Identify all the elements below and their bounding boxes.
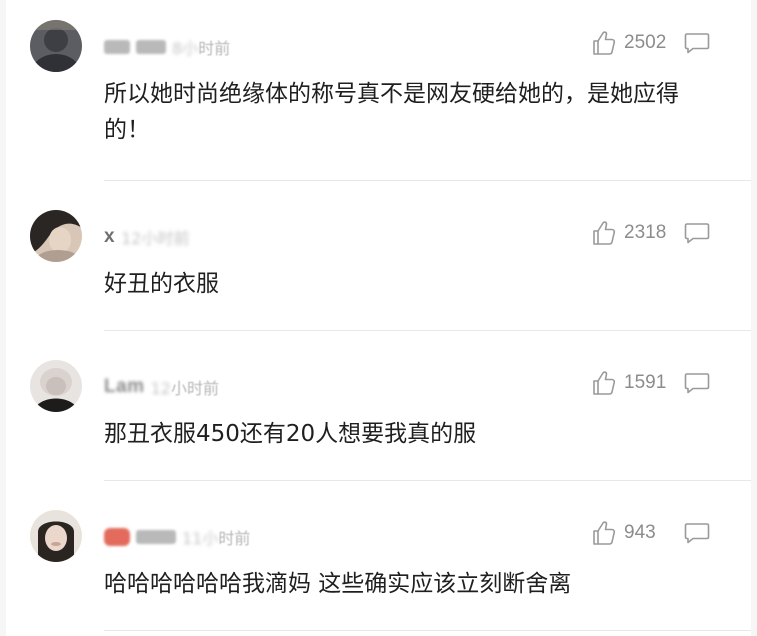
avatar[interactable] xyxy=(30,20,82,72)
comment-text: 所以她时尚绝缘体的称号真不是网友硬给她的，是她应得的！ xyxy=(104,81,679,143)
comment-text: 好丑的衣服 xyxy=(104,271,219,297)
comment-time: 12小时前 xyxy=(150,379,219,398)
like-count: 943 xyxy=(624,522,656,543)
comment-meta: 11小时前 xyxy=(104,526,250,548)
username-redacted-2 xyxy=(136,530,176,544)
comment-meta: Lam 12小时前 xyxy=(104,376,219,398)
reply-icon[interactable] xyxy=(684,522,710,544)
avatar-image xyxy=(30,210,82,262)
divider xyxy=(104,480,751,481)
comment-actions: 1591 xyxy=(592,368,710,398)
thumbs-up-icon[interactable] xyxy=(592,220,616,246)
comment-actions: 2318 xyxy=(592,218,710,248)
thumbs-up-icon[interactable] xyxy=(592,370,616,396)
time-blurred: 12 xyxy=(150,379,171,398)
reply-icon[interactable] xyxy=(684,372,710,394)
username-redacted[interactable] xyxy=(104,40,130,54)
thumbs-up-icon[interactable] xyxy=(592,30,616,56)
time-blurred: 11小 xyxy=(182,529,219,548)
divider xyxy=(104,630,751,631)
avatar-image xyxy=(30,20,82,72)
comment-text: 那丑衣服450还有20人想要我真的服 xyxy=(104,421,477,447)
like-count: 1591 xyxy=(624,372,667,393)
reply-icon[interactable] xyxy=(684,222,710,244)
avatar-image xyxy=(30,360,82,412)
comment-time: 11小时前 xyxy=(182,529,251,548)
like-count: 2318 xyxy=(624,222,667,243)
comment-time: 12小时前 xyxy=(121,229,190,248)
comment-actions: 943 xyxy=(592,518,710,548)
divider xyxy=(104,330,751,331)
avatar[interactable] xyxy=(30,510,82,562)
comment-actions: 2502 xyxy=(592,28,710,58)
divider xyxy=(104,180,751,181)
time-blurred: 12小 xyxy=(121,229,158,248)
comment-meta: x 12小时前 xyxy=(104,226,189,248)
thumbs-up-icon[interactable] xyxy=(592,520,616,546)
username-redacted-2 xyxy=(136,40,166,54)
comment-time: 8小时前 xyxy=(172,39,231,58)
comment-list: 8小时前 2502 所以她时尚绝缘体的称号真不是网友硬给她的，是她应得的！ x … xyxy=(6,0,751,636)
like-count: 2502 xyxy=(624,32,667,53)
avatar-image xyxy=(30,510,82,562)
comment-text: 哈哈哈哈哈哈我滴妈 这些确实应该立刻断舍离 xyxy=(104,571,572,597)
avatar[interactable] xyxy=(30,360,82,412)
username[interactable]: Lam xyxy=(104,376,145,398)
username[interactable]: x xyxy=(104,226,115,248)
comment-meta: 8小时前 xyxy=(104,36,230,58)
username-redacted[interactable] xyxy=(104,528,130,546)
time-blurred: 8小 xyxy=(172,39,199,58)
avatar[interactable] xyxy=(30,210,82,262)
reply-icon[interactable] xyxy=(684,32,710,54)
